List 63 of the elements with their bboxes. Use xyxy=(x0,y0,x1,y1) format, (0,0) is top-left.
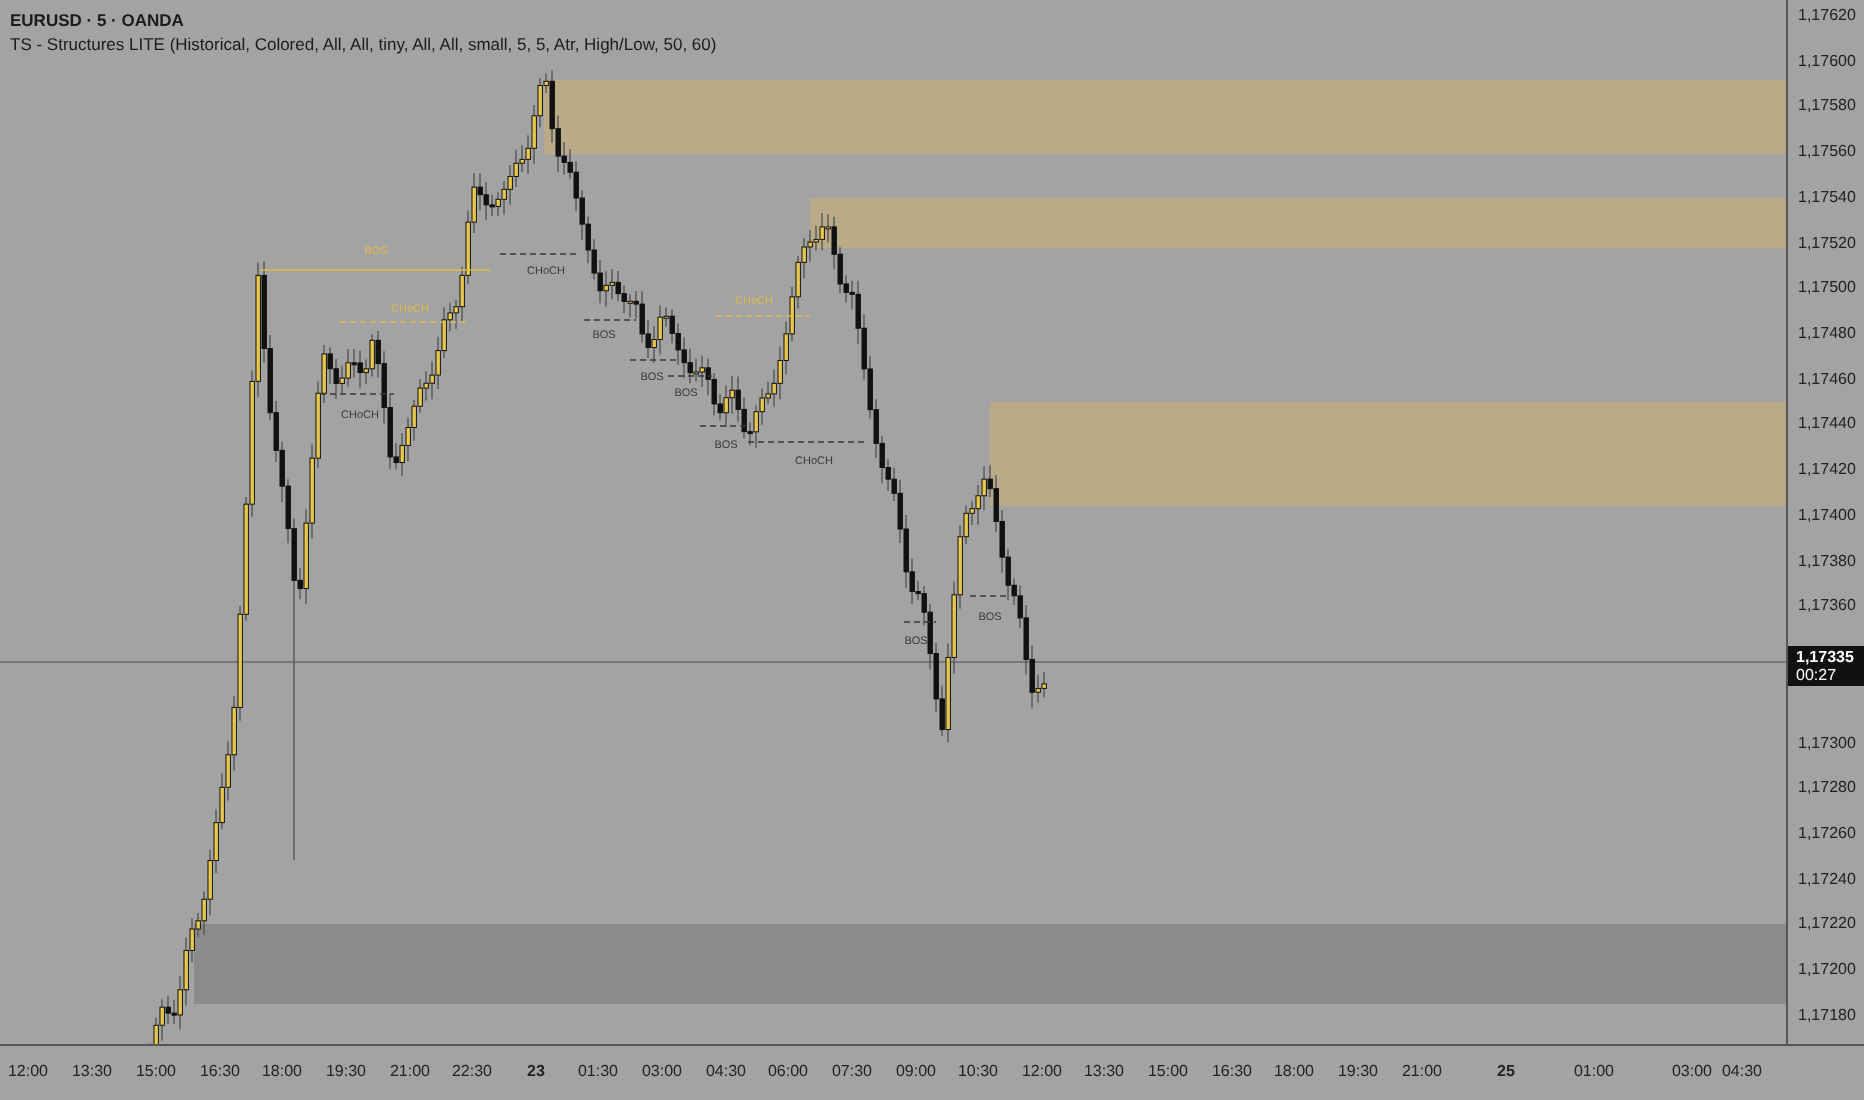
time-label: 18:00 xyxy=(261,1062,303,1080)
price-label: 1,17200 xyxy=(1798,960,1856,979)
time-label: 13:30 xyxy=(1083,1062,1125,1080)
symbol-title: EURUSD · 5 · OANDA xyxy=(10,10,186,30)
time-label: 19:30 xyxy=(1337,1062,1379,1080)
structure-line xyxy=(339,321,471,323)
time-label: 16:30 xyxy=(1211,1062,1253,1080)
time-label: 01:00 xyxy=(1573,1062,1615,1080)
structure-line xyxy=(629,359,681,361)
price-label: 1,17420 xyxy=(1798,460,1856,479)
time-label: 09:00 xyxy=(895,1062,937,1080)
time-label: 03:00 xyxy=(1671,1062,1713,1080)
time-label: 21:00 xyxy=(389,1062,431,1080)
price-label: 1,17380 xyxy=(1798,551,1856,570)
time-label: 12:00 xyxy=(1021,1062,1063,1080)
structure-line xyxy=(903,621,937,623)
price-label: 1,17260 xyxy=(1798,823,1856,842)
time-label: 03:00 xyxy=(641,1062,683,1080)
price-label: 1,17280 xyxy=(1798,778,1856,797)
time-label: 18:00 xyxy=(1273,1062,1315,1080)
structure-line xyxy=(699,425,749,427)
structure-line xyxy=(499,253,581,255)
time-label: 21:00 xyxy=(1401,1062,1443,1080)
price-label: 1,17300 xyxy=(1798,733,1856,752)
price-label: 1,17580 xyxy=(1798,96,1856,115)
price-label: 1,17480 xyxy=(1798,324,1856,343)
time-label: 10:30 xyxy=(957,1062,999,1080)
price-label: 1,17220 xyxy=(1798,914,1856,933)
price-label: 1,17520 xyxy=(1798,233,1856,252)
time-label: 12:00 xyxy=(7,1062,49,1080)
structure-line xyxy=(715,315,811,317)
structure-line xyxy=(667,375,713,377)
price-label: 1,17400 xyxy=(1798,505,1856,524)
bar-countdown: 00:27 xyxy=(1796,666,1837,684)
price-label: 1,17560 xyxy=(1798,142,1856,161)
time-label: 19:30 xyxy=(325,1062,367,1080)
time-label: 04:30 xyxy=(705,1062,747,1080)
date-label: 23 xyxy=(527,1062,545,1080)
structure-line xyxy=(319,393,395,395)
price-label: 1,17460 xyxy=(1798,369,1856,388)
price-label: 1,17620 xyxy=(1798,6,1856,24)
price-label: 1,17500 xyxy=(1798,278,1856,297)
price-label: 1,17240 xyxy=(1798,869,1856,888)
price-label: 1,17180 xyxy=(1798,1005,1856,1024)
time-label: 01:30 xyxy=(577,1062,619,1080)
time-label: 22:30 xyxy=(451,1062,493,1080)
time-label: 15:00 xyxy=(1147,1062,1189,1080)
price-label: 1,17600 xyxy=(1798,51,1856,70)
structure-line xyxy=(583,319,637,321)
time-label: 07:30 xyxy=(831,1062,873,1080)
structure-line xyxy=(969,595,1011,597)
time-label: 06:00 xyxy=(767,1062,809,1080)
time-label: 16:30 xyxy=(199,1062,241,1080)
time-label: 04:30 xyxy=(1721,1062,1763,1080)
price-label: 1,17440 xyxy=(1798,414,1856,433)
time-label: 15:00 xyxy=(135,1062,177,1080)
structure-line xyxy=(747,441,869,443)
current-price: 1,17335 xyxy=(1796,648,1854,666)
date-label: 25 xyxy=(1497,1062,1515,1080)
time-label: 13:30 xyxy=(71,1062,113,1080)
price-label: 1,17540 xyxy=(1798,187,1856,206)
price-label: 1,17360 xyxy=(1798,596,1856,615)
indicator-title: TS - Structures LITE (Historical, Colored, All, All, tiny, All, All, small, 5, 5, Atr, High/Low, 50, 60) xyxy=(10,34,717,54)
